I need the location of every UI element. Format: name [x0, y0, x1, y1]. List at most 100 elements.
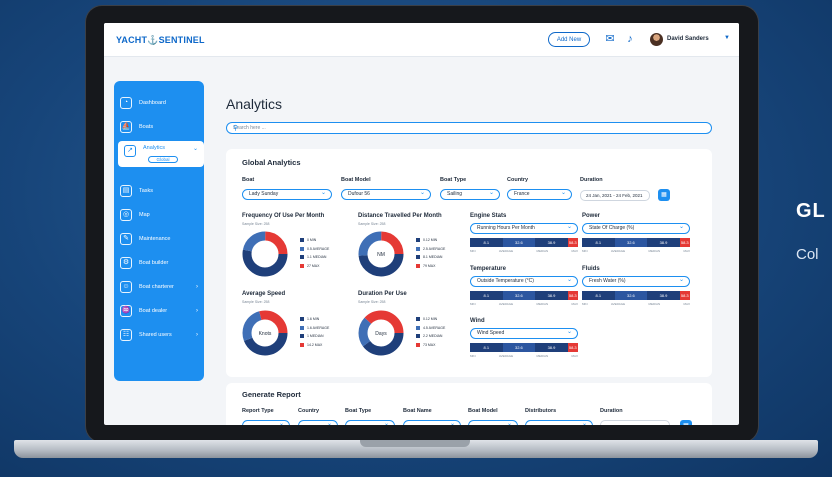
report-boat-name-select[interactable] — [403, 420, 461, 425]
range-segment: 38.9 — [535, 291, 568, 300]
speed-center-label: Knots — [259, 331, 272, 337]
fluids-range-bar: 8.1 32.6 38.9 58.3 — [582, 291, 690, 300]
range-segment: 58.3 — [567, 291, 578, 300]
range-segment: 8.1 — [582, 238, 615, 247]
report-duration-input[interactable] — [600, 420, 670, 425]
range-label: MIN — [582, 302, 588, 306]
clipboard-icon: ▤ — [120, 185, 132, 197]
sidebar-item-maintenance[interactable]: ✎ Maintenance — [114, 232, 204, 246]
report-col-duration: Duration — [600, 408, 623, 414]
report-distributors-select[interactable] — [525, 420, 593, 425]
wind-select[interactable]: Wind Speed — [470, 328, 578, 339]
sidebar-item-boat-dealer[interactable]: ♒ Boat dealer › — [114, 304, 204, 318]
type-select[interactable]: Sailing — [440, 189, 500, 200]
range-label: MEDIAN — [648, 302, 661, 306]
range-segment: 8.1 — [582, 291, 615, 300]
range-label: MIN — [470, 354, 476, 358]
range-segment: 58.3 — [567, 238, 578, 247]
power-title: Power — [582, 213, 601, 219]
range-label: AVERAGE — [498, 302, 514, 306]
filter-type-label: Boat Type — [440, 177, 467, 183]
freq-title: Frequency Of Use Per Month — [242, 213, 325, 219]
range-segment: 38.9 — [647, 238, 680, 247]
engine-select[interactable]: Running Hours Per Month — [470, 223, 578, 234]
promo-title: GL — [796, 200, 826, 222]
sidebar-item-boats[interactable]: ⛵ Boats — [114, 120, 204, 134]
sidebar-item-analytics[interactable]: ↗ Analytics ⌄ Global — [118, 141, 204, 167]
report-col-country: Country — [298, 408, 320, 414]
users-icon: ☷ — [120, 329, 132, 341]
avatar[interactable] — [650, 33, 663, 46]
sidebar-item-shared-users[interactable]: ☷ Shared users › — [114, 328, 204, 342]
user-name[interactable]: David Sanders — [667, 36, 709, 42]
range-segment: 58.3 — [679, 291, 690, 300]
speed-title: Average Speed — [242, 291, 286, 297]
chevron-right-icon: › — [196, 332, 198, 338]
promo-subtitle: Col — [796, 246, 819, 263]
report-boat-type-select[interactable] — [345, 420, 395, 425]
sidebar-item-boat-builder[interactable]: ⚙ Boat builder — [114, 256, 204, 270]
range-label: AVERAGE — [610, 249, 626, 253]
temperature-range-labels: MIN AVERAGE MEDIAN MAX — [470, 302, 578, 306]
wind-range-labels: MIN AVERAGE MEDIAN MAX — [470, 354, 578, 358]
range-segment: 32.6 — [502, 238, 536, 247]
builder-icon: ⚙ — [120, 257, 132, 269]
power-range-bar: 8.1 32.6 38.9 58.3 — [582, 238, 690, 247]
bell-icon[interactable]: ♪ — [624, 33, 636, 45]
report-boat-model-select[interactable] — [468, 420, 518, 425]
global-analytics-card — [226, 149, 712, 377]
report-type-select[interactable] — [242, 420, 290, 425]
dist-title: Distance Travelled Per Month — [358, 213, 442, 219]
sidebar-item-dashboard[interactable]: ◔ Dashboard — [114, 96, 204, 110]
range-label: MIN — [470, 302, 476, 306]
model-select[interactable]: Dufour 56 — [341, 189, 431, 200]
range-segment: 8.1 — [470, 291, 503, 300]
chevron-down-icon[interactable]: ▼ — [724, 35, 730, 41]
dur-legend: 0.12 MIN 4.5 AVERAGE 2.2 MEDIAN 73 MAX — [416, 315, 445, 349]
calendar-icon[interactable]: ▦ — [658, 189, 670, 201]
range-label: MEDIAN — [536, 354, 549, 358]
page-title: Analytics — [226, 96, 283, 112]
top-bar: YACHT⚓SENTINEL Add New ✉ ♪ David Sanders… — [104, 23, 739, 57]
section-title: Global Analytics — [242, 158, 301, 167]
search-input[interactable]: Search here ... ⚲ — [226, 122, 712, 134]
boat-select[interactable]: Lady Sunday — [242, 189, 332, 200]
range-label: MAX — [683, 302, 690, 306]
sidebar-item-boat-charterer[interactable]: ☺ Boat charterer › — [114, 280, 204, 294]
calendar-icon[interactable]: ▦ — [680, 420, 692, 425]
range-segment: 32.6 — [614, 238, 648, 247]
chevron-right-icon: › — [196, 308, 198, 314]
temperature-select[interactable]: Outside Temperature (°C) — [470, 276, 578, 287]
mail-icon[interactable]: ✉ — [604, 33, 616, 45]
sidebar-subitem-global[interactable]: Global — [148, 156, 178, 163]
power-select[interactable]: State Of Charge (%) — [582, 223, 690, 234]
speed-sample: Sample Size: 258 — [242, 300, 270, 304]
dur-center-label: Days — [375, 331, 387, 337]
range-label: MEDIAN — [536, 302, 549, 306]
country-select[interactable]: France — [507, 189, 572, 200]
search-icon[interactable]: ⚲ — [233, 124, 706, 132]
speed-legend: 1.6 MIN 1.6 AVERAGE 1 MEDIAN 14.2 MAX — [300, 315, 329, 349]
sidebar-item-tasks[interactable]: ▤ Tasks — [114, 184, 204, 198]
engine-range-bar: 8.1 32.6 38.9 58.3 — [470, 238, 578, 247]
freq-donut-chart — [242, 231, 288, 277]
freq-legend: 0 MIN 0.5 AVERAGE 1.1 MEDIAN 27 MAX — [300, 236, 329, 270]
sidebar-item-map[interactable]: ◎ Map — [114, 208, 204, 222]
add-new-button[interactable]: Add New — [548, 32, 590, 47]
freq-sample: Sample Size: 258 — [242, 222, 270, 226]
fluids-select[interactable]: Fresh Water (%) — [582, 276, 690, 287]
app-screen: YACHT⚓SENTINEL Add New ✉ ♪ David Sanders… — [104, 23, 739, 425]
report-title: Generate Report — [242, 390, 301, 399]
range-label: MEDIAN — [648, 249, 661, 253]
report-country-select[interactable] — [298, 420, 338, 425]
report-col-boat-type: Boat Type — [345, 408, 372, 414]
analytics-icon: ↗ — [124, 145, 136, 157]
range-label: AVERAGE — [498, 249, 514, 253]
duration-input[interactable]: 24 Jan, 2021 - 24 Feb, 2021 — [580, 190, 650, 201]
report-col-boat-name: Boat Name — [403, 408, 432, 414]
dist-sample: Sample Size: 258 — [358, 222, 386, 226]
dur-sample: Sample Size: 258 — [358, 300, 386, 304]
logo[interactable]: YACHT⚓SENTINEL — [116, 35, 205, 46]
range-label: MIN — [470, 249, 476, 253]
range-label: MEDIAN — [536, 249, 549, 253]
